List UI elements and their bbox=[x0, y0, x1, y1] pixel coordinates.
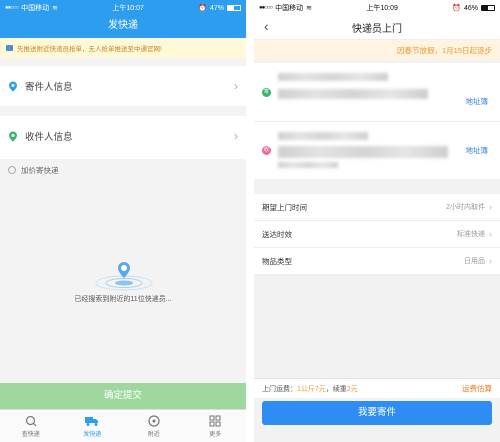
chevron-right-icon: › bbox=[489, 229, 492, 239]
notice-text: 先推送附近快递员抢单，无人抢单推送至中通官网! bbox=[17, 46, 162, 53]
fee-bar: 上门运费： 1公斤 7元 ，续重 2元 运费估算 bbox=[254, 378, 500, 398]
carrier-label: 中国移动 bbox=[21, 5, 50, 12]
speaker-icon bbox=[6, 45, 13, 51]
receiver-info-row[interactable]: 收件人信息 › bbox=[0, 116, 246, 156]
signal-icon: ●●○○○ bbox=[259, 5, 273, 11]
wifi-icon: ≋ bbox=[306, 5, 312, 12]
delivery-speed-row[interactable]: 送达时效 标准快递 › bbox=[254, 221, 500, 248]
insured-label: 加价寄快递 bbox=[21, 165, 59, 175]
status-bar: ●●○○○ 中国移动 ≋ 上午10:07 ⏰ 47% bbox=[0, 0, 246, 16]
tab-track[interactable]: 查快递 bbox=[0, 410, 62, 442]
alarm-icon: ⏰ bbox=[198, 5, 207, 12]
fee-estimate-link[interactable]: 运费估算 bbox=[462, 383, 492, 394]
chevron-right-icon: › bbox=[489, 256, 492, 266]
redacted-sender-name bbox=[278, 73, 388, 81]
option-label: 送达时效 bbox=[262, 229, 292, 239]
truck-icon bbox=[85, 416, 99, 426]
insured-option[interactable]: 加价寄快递 bbox=[0, 159, 246, 181]
chevron-right-icon: › bbox=[234, 129, 238, 143]
redacted-receiver-extra bbox=[278, 162, 338, 168]
tab-label: 发快递 bbox=[83, 431, 102, 438]
chevron-right-icon: › bbox=[489, 202, 492, 212]
redacted-sender-address bbox=[278, 89, 428, 99]
grid-icon bbox=[209, 415, 221, 426]
page-title: 发快递 bbox=[0, 16, 246, 38]
fee-prefix: 上门运费： bbox=[262, 385, 297, 393]
battery-icon bbox=[226, 5, 241, 11]
nav-bar: ‹ 快递员上门 bbox=[254, 16, 500, 40]
page-title: 快递员上门 bbox=[352, 24, 402, 35]
holiday-notice: 因春节放假，1月15日起逐步 bbox=[254, 40, 500, 60]
tab-nearby[interactable]: 附近 bbox=[123, 410, 185, 442]
option-label: 物品类型 bbox=[262, 256, 292, 266]
receiver-label: 收件人信息 bbox=[25, 132, 73, 143]
location-pin-icon bbox=[8, 131, 18, 142]
submit-button[interactable]: 确定提交 bbox=[0, 383, 246, 409]
screen-divider bbox=[246, 0, 254, 442]
redacted-receiver-address bbox=[278, 146, 448, 158]
receiver-address-card[interactable]: 收 地址簿 bbox=[254, 121, 500, 179]
carrier-label: 中国移动 bbox=[275, 5, 304, 12]
send-order-button[interactable]: 我要寄件 bbox=[262, 401, 492, 425]
fee-mid: ，续重 bbox=[325, 385, 347, 393]
receiver-badge: 收 bbox=[262, 146, 271, 155]
receiver-address-book-link[interactable]: 地址簿 bbox=[466, 145, 489, 156]
option-label: 期望上门时间 bbox=[262, 202, 307, 212]
battery-percent: 47% bbox=[209, 4, 224, 12]
right-screen: ●●○○○ 中国移动 ≋ 上午10:09 ⏰ 46% ‹ 快递员上门 因春节放假… bbox=[254, 0, 500, 442]
tab-label: 查快递 bbox=[21, 431, 40, 438]
status-bar: ●●○○○ 中国移动 ≋ 上午10:09 ⏰ 46% bbox=[254, 0, 500, 16]
chevron-right-icon: › bbox=[234, 79, 238, 93]
search-area: 已经搜索到附近的11位快递员... bbox=[0, 181, 246, 383]
left-screen: ●●○○○ 中国移动 ≋ 上午10:07 ⏰ 47% 发快递 先推送附近快递员抢… bbox=[0, 0, 246, 442]
search-icon bbox=[25, 415, 37, 426]
item-type-row[interactable]: 物品类型 日用品 › bbox=[254, 248, 500, 275]
fee-first-price: 7元 bbox=[314, 385, 326, 393]
tab-label: 附近 bbox=[147, 431, 160, 438]
alarm-icon: ⏰ bbox=[452, 5, 461, 12]
option-value: 2小时内取件 bbox=[446, 204, 485, 211]
option-value: 标准快递 bbox=[457, 231, 485, 238]
wifi-icon: ≋ bbox=[52, 5, 58, 12]
pickup-time-row[interactable]: 期望上门时间 2小时内取件 › bbox=[254, 194, 500, 221]
sender-badge: 寄 bbox=[262, 87, 271, 97]
signal-icon: ●●○○○ bbox=[5, 5, 19, 11]
holiday-text: 因春节放假，1月15日起逐步 bbox=[396, 45, 492, 55]
option-value: 日用品 bbox=[464, 258, 485, 265]
fee-first-weight: 1公斤 bbox=[297, 385, 315, 393]
sender-label: 寄件人信息 bbox=[25, 82, 73, 93]
redacted-receiver-name bbox=[278, 132, 368, 140]
tab-send[interactable]: 发快递 bbox=[62, 410, 124, 442]
battery-percent: 46% bbox=[463, 4, 478, 12]
sender-address-card[interactable]: 寄 地址簿 bbox=[254, 63, 500, 121]
radar-ripple-icon bbox=[94, 261, 154, 296]
sender-info-row[interactable]: 寄件人信息 › bbox=[0, 66, 246, 106]
bottom-tab-bar: 查快递 发快递 附近 更多 bbox=[0, 409, 246, 442]
tab-more[interactable]: 更多 bbox=[185, 410, 247, 442]
nearby-icon bbox=[148, 414, 160, 427]
notice-banner: 先推送附近快递员抢单，无人抢单推送至中通官网! bbox=[0, 38, 246, 58]
fee-extra-price: 2元 bbox=[346, 385, 358, 393]
sender-address-book-link[interactable]: 地址簿 bbox=[466, 96, 489, 107]
status-time: 上午10:07 bbox=[112, 5, 144, 12]
status-time: 上午10:09 bbox=[366, 5, 398, 12]
radio-circle-icon[interactable] bbox=[8, 166, 16, 174]
back-chevron-icon[interactable]: ‹ bbox=[264, 18, 269, 34]
location-pin-icon bbox=[8, 81, 18, 92]
searching-text: 已经搜索到附近的11位快递员... bbox=[74, 296, 172, 303]
battery-icon bbox=[480, 5, 495, 11]
tab-label: 更多 bbox=[209, 431, 222, 438]
